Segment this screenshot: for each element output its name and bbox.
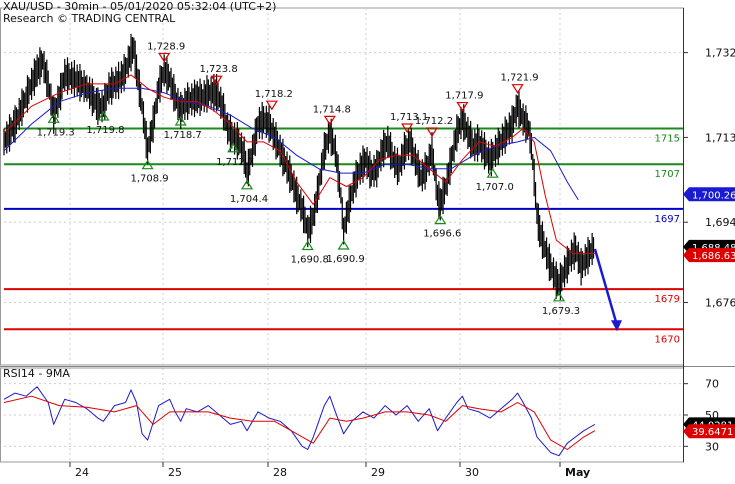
- price-tag-label: 1,686.63: [692, 251, 735, 262]
- rsi-y-tick-label: 30: [705, 440, 719, 453]
- level-label-1715: 1715: [655, 133, 680, 144]
- swing-low-label: 1,707.0: [476, 182, 514, 193]
- price-tag-red: 39.6471: [683, 424, 735, 439]
- level-label-1670: 1670: [655, 334, 680, 345]
- rsi-series: [3, 386, 596, 457]
- level-label-1707: 1707: [655, 169, 680, 180]
- price-grid: [0, 7, 684, 462]
- x-tick-label: 25: [168, 466, 182, 479]
- chart-canvas: 1715 1707 1697 1679 1670 1,728.9 1,723.8 1,718…: [0, 7, 735, 479]
- price-tag-red: 1,686.63: [683, 248, 735, 263]
- chart-root: 1715 1707 1697 1679 1670 1,728.9 1,723.8 1,718…: [0, 0, 735, 480]
- swing-high-label: 1,714.8: [313, 104, 351, 115]
- swing-low-label: 1,690.8: [291, 254, 329, 265]
- swing-low-label: 1,708.9: [130, 174, 168, 185]
- rsi-panel-frame: [0, 367, 684, 463]
- x-tick-label: 28: [273, 466, 287, 479]
- swing-high-label: 1,717.9: [445, 91, 483, 102]
- swing-low-marker: [486, 168, 499, 178]
- level-label-1697: 1697: [655, 214, 680, 225]
- swing-low-label: 1,704.4: [230, 194, 268, 205]
- swing-low-label: 1,719.3: [37, 127, 75, 138]
- projection-arrow-shaft: [593, 248, 619, 326]
- x-tick-label: 30: [465, 466, 479, 479]
- price-tag-blue: 1,700.26: [683, 187, 735, 202]
- price-tag-label: 1,700.26: [692, 190, 735, 201]
- swing-high-marker: [511, 84, 524, 94]
- y-tick-label: 1,713: [705, 131, 735, 144]
- level-label-1679: 1679: [655, 294, 680, 305]
- swing-low-label: 1,712.7: [216, 157, 254, 168]
- x-tick-label: May: [565, 466, 590, 479]
- price-panel-frame: [0, 7, 684, 366]
- x-tick-label: 24: [75, 466, 89, 479]
- swing-low-label: 1,690.9: [327, 254, 365, 265]
- rsi-line: [3, 386, 596, 457]
- price-tag-label: 39.6471: [692, 427, 733, 438]
- swing-high-label: 1,712.2: [415, 116, 453, 127]
- x-tick-label: 29: [371, 466, 385, 479]
- swing-high-label: 1,723.8: [200, 64, 238, 75]
- swing-high-label: 1,721.9: [501, 73, 539, 84]
- chart-source: Research © TRADING CENTRAL: [3, 12, 176, 25]
- swing-low-label: 1,696.6: [423, 229, 461, 240]
- swing-low-label: 1,679.3: [542, 306, 580, 317]
- rsi-title: RSI14 - 9MA: [3, 367, 70, 380]
- rsi-y-tick-label: 70: [705, 378, 719, 391]
- swing-high-label: 1,728.9: [147, 41, 185, 52]
- swing-high-label: 1,718.2: [255, 89, 293, 100]
- swing-low-label: 1,718.7: [164, 130, 202, 141]
- y-tick-label: 1,732: [705, 47, 735, 60]
- swing-low-label: 1,719.8: [86, 125, 124, 136]
- y-tick-label: 1,676: [705, 297, 735, 310]
- y-tick-label: 1,694: [705, 216, 735, 229]
